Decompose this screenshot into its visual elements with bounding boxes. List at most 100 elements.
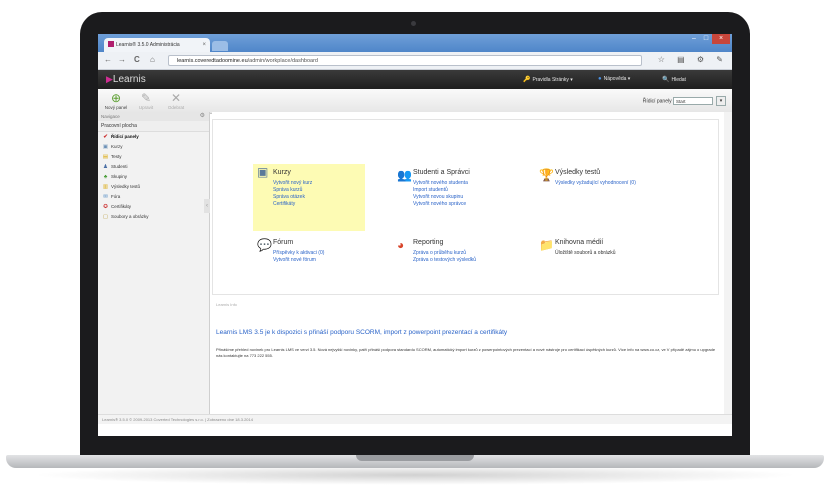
new-tab-button[interactable] [212, 41, 228, 51]
header-rules-menu[interactable]: 🔑 Pravidla Stránky ▾ [523, 76, 573, 83]
results-icon: ▥ [102, 184, 109, 190]
sidebar-title-text: Navigace [101, 114, 120, 119]
header-help-menu[interactable]: ● Nápověda ▾ [598, 76, 630, 82]
link-certificates[interactable]: Certifikáty [273, 201, 312, 208]
link-create-forum[interactable]: Vytvořit nové fórum [273, 257, 324, 264]
reload-icon[interactable]: C [134, 55, 140, 64]
tile-test-results: 🏆 Výsledky testů Výsledky vyžadující vyh… [535, 167, 685, 207]
tile-forum-title[interactable]: Fórum [273, 239, 293, 246]
content-area: ▣ Kurzy Vytvořit nový kurz Správa kurzů … [212, 112, 724, 414]
tile-courses-title[interactable]: Kurzy [273, 169, 291, 176]
url-host: learnis.coveredtadoomine.eu [177, 58, 248, 64]
browser-navbar: ← → C ⌂ learnis.coveredtadoomine.eu/admi… [98, 52, 732, 70]
tile-forum: 💬 Fórum Příspěvky k aktivaci (0) Vytvoři… [253, 237, 365, 277]
news-headline[interactable]: Learnis LMS 3.5 je k dispozici s přináší… [216, 329, 507, 336]
address-bar[interactable]: learnis.coveredtadoomine.eu/admin/workpl… [168, 55, 642, 66]
link-import-students[interactable]: Import studentů [413, 187, 468, 194]
tile-forum-links: Příspěvky k aktivaci (0) Vytvořit nové f… [273, 250, 324, 264]
sidebar-item-label: Soubory a obrázky [111, 214, 149, 219]
app-header: ▶Learnis 🔑 Pravidla Stránky ▾ ● Nápověda ▾… [98, 70, 732, 89]
new-panel-button[interactable]: ⊕ Nový panel [102, 91, 130, 110]
courses-tile-icon: ▣ [257, 165, 269, 179]
reporting-tile-icon: ◕ [397, 238, 405, 252]
sidebar-item-dashboards[interactable]: ✔ Řídicí panely [98, 132, 209, 142]
tile-test-results-title[interactable]: Výsledky testů [555, 169, 600, 176]
favicon-icon [108, 41, 114, 47]
tab-close-icon[interactable]: × [202, 38, 206, 52]
link-create-admin[interactable]: Vytvořit nového správce [413, 201, 468, 208]
minimize-button[interactable]: – [688, 34, 700, 44]
key-icon: 🔑 [523, 77, 531, 83]
add-panel-icon: ⊕ [110, 91, 122, 105]
files-icon: ▢ [102, 214, 109, 220]
link-manage-questions[interactable]: Správa otázek [273, 194, 312, 201]
back-icon[interactable]: ← [104, 55, 112, 64]
tile-students-links: Vytvořit nového studenta Import studentů… [413, 180, 468, 208]
link-manage-courses[interactable]: Správa kurzů [273, 187, 312, 194]
vertical-scrollbar[interactable] [724, 112, 732, 414]
tile-media-library: 📁 Knihovna médií Úložiště souborů a obrá… [535, 237, 647, 277]
sidebar-item-groups[interactable]: ♣ Skupiny [98, 172, 209, 182]
sidebar-section-workspace[interactable]: Pracovní plocha [98, 121, 209, 132]
gear-icon[interactable]: ⚙ [200, 112, 205, 121]
courses-icon: ▣ [102, 144, 109, 150]
sidebar-item-label: Řídicí panely [111, 134, 139, 139]
browser-tab[interactable]: Learnis® 3.5.0 Administrácia × [104, 38, 210, 52]
sidebar-item-label: Testy [111, 154, 122, 159]
dashboard-panel: ▣ Kurzy Vytvořit nový kurz Správa kurzů … [212, 119, 719, 295]
laptop-screen: Learnis® 3.5.0 Administrácia × – □ × ← →… [98, 34, 732, 436]
link-test-results-report[interactable]: Zpráva o testových výsledků [413, 257, 476, 264]
edit-button[interactable]: ✎ Upravit [132, 91, 160, 110]
sidebar-item-tests[interactable]: ▤ Testy [98, 152, 209, 162]
link-create-student[interactable]: Vytvořit nového studenta [413, 180, 468, 187]
pin-icon: ✔ [103, 134, 108, 140]
link-create-group[interactable]: Vytvořit novou skupinu [413, 194, 468, 201]
logo-text: Learnis [112, 74, 146, 85]
sidebar-collapse-handle[interactable]: ‹ [204, 199, 210, 213]
tile-reporting-title[interactable]: Reporting [413, 239, 443, 246]
forum-icon: ✉ [103, 194, 108, 200]
laptop-shadow [30, 465, 800, 485]
header-search[interactable]: 🔍 Hledat [662, 76, 686, 83]
sidebar-item-files[interactable]: ▢ Soubory a obrázky [98, 212, 209, 222]
link-posts-to-activate[interactable]: Příspěvky k aktivaci (0) [273, 250, 324, 257]
laptop-notch [356, 455, 474, 461]
groups-icon: ♣ [103, 174, 108, 180]
chevron-down-icon[interactable]: ▾ [716, 96, 726, 106]
link-create-course[interactable]: Vytvořit nový kurz [273, 180, 312, 187]
sidebar-item-label: Kurzy [111, 144, 123, 149]
link-results-pending[interactable]: Výsledky vyžadující vyhodnocení (0) [555, 180, 636, 187]
home-icon[interactable]: ⌂ [150, 55, 155, 64]
sidebar-item-forums[interactable]: ✉ Fóra [98, 192, 209, 202]
tile-students: 👥 Studenti a Správci Vytvořit nového stu… [393, 167, 505, 225]
sidebar-item-courses[interactable]: ▣ Kurzy [98, 142, 209, 152]
forward-icon[interactable]: → [118, 55, 126, 64]
maximize-button[interactable]: □ [700, 34, 712, 44]
search-icon: 🔍 [662, 77, 670, 83]
app-footer: Learnis® 3.5.0 © 2009-2013 Coverted Tech… [98, 414, 732, 424]
browser-tools-icons[interactable]: ☆ ▤ ⚙ ✎ [658, 55, 728, 64]
dashboard-select[interactable]: Start [673, 97, 713, 105]
tile-courses: ▣ Kurzy Vytvořit nový kurz Správa kurzů … [253, 164, 365, 231]
app-main: Navigace ⚙ Pracovní plocha ✔ Řídicí panely… [98, 112, 732, 436]
sidebar-item-label: Fóra [111, 194, 121, 199]
delete-label: Odebrat [167, 105, 185, 110]
tile-reporting-links: Zpráva o průběhu kurzů Zpráva o testovýc… [413, 250, 476, 264]
tests-icon: ▤ [102, 154, 109, 160]
delete-button[interactable]: ✕ Odebrat [162, 91, 190, 110]
certificate-icon: ✪ [103, 204, 108, 210]
news-body: Přinášíme přehled novinek pro Learnis LM… [216, 347, 716, 358]
sidebar-item-certificates[interactable]: ✪ Certifikáty [98, 202, 209, 212]
tile-students-title[interactable]: Studenti a Správci [413, 169, 470, 176]
sidebar-item-label: Studenti [111, 164, 128, 169]
sidebar-item-students[interactable]: ♟ Studenti [98, 162, 209, 172]
learnis-logo[interactable]: ▶Learnis [106, 74, 146, 85]
tile-reporting: ◕ Reporting Zpráva o průběhu kurzů Zpráv… [393, 237, 505, 277]
sidebar-item-test-results[interactable]: ▥ Výsledky testů [98, 182, 209, 192]
link-course-progress-report[interactable]: Zpráva o průběhu kurzů [413, 250, 476, 257]
header-rules-label: Pravidla Stránky ▾ [532, 77, 573, 83]
header-help-label: Nápověda ▾ [603, 76, 631, 82]
tile-courses-links: Vytvořit nový kurz Správa kurzů Správa o… [273, 180, 312, 208]
tile-media-library-title[interactable]: Knihovna médií [555, 239, 603, 246]
close-window-button[interactable]: × [712, 34, 730, 44]
